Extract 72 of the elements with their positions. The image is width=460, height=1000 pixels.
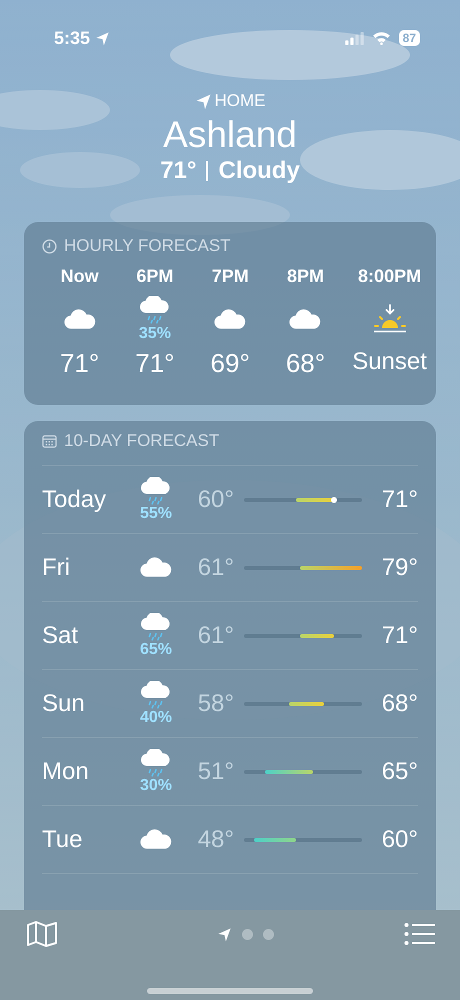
hour-temperature: 71° xyxy=(135,348,175,379)
cloud-icon xyxy=(289,308,322,330)
location-page-icon[interactable] xyxy=(216,926,232,942)
high-temperature: 65° xyxy=(380,758,418,786)
calendar-icon xyxy=(42,434,57,448)
map-icon xyxy=(26,920,58,948)
rain-cloud-icon xyxy=(140,680,172,710)
cloud-icon xyxy=(140,829,172,850)
section-title: 10-DAY FORECAST xyxy=(64,431,220,451)
day-label: Today xyxy=(42,486,108,514)
cloud-icon xyxy=(140,557,172,578)
location-label: HOME xyxy=(214,91,266,111)
map-button[interactable] xyxy=(26,920,58,948)
temperature-range-bar xyxy=(289,702,324,706)
low-temperature: 61° xyxy=(196,554,234,582)
clock-time: 5:35 xyxy=(54,28,90,48)
section-title: HOURLY FORECAST xyxy=(64,236,231,256)
high-temperature: 71° xyxy=(380,486,418,514)
separator-line xyxy=(206,161,208,181)
temperature-range-bar xyxy=(300,566,362,570)
temperature-range-bar xyxy=(254,838,296,842)
rain-cloud-icon xyxy=(140,748,172,778)
day-label: Sat xyxy=(42,622,80,650)
low-temperature: 48° xyxy=(196,826,234,854)
high-temperature: 71° xyxy=(380,622,418,650)
precipitation-chance: 40% xyxy=(140,709,172,726)
precipitation-chance: 55% xyxy=(140,505,172,522)
high-temperature: 60° xyxy=(380,826,418,854)
clock-icon xyxy=(42,238,57,254)
page-dot[interactable] xyxy=(242,928,252,940)
precipitation-chance: 65% xyxy=(140,641,172,658)
current-temperature: 71° xyxy=(160,157,196,185)
page-dot[interactable] xyxy=(262,928,274,940)
low-temperature: 60° xyxy=(196,486,234,514)
cloud-icon xyxy=(64,308,96,330)
list-icon xyxy=(404,922,436,946)
location-arrow-icon xyxy=(194,92,212,110)
rain-cloud-icon xyxy=(140,476,172,506)
hour-temperature: 68° xyxy=(286,348,326,379)
signal-icon xyxy=(344,32,364,44)
hour-label: 7PM xyxy=(212,266,249,288)
hour-label: 6PM xyxy=(136,266,174,288)
condition-text: Cloudy xyxy=(218,157,300,185)
high-temperature: 79° xyxy=(380,554,418,582)
location-arrow-icon xyxy=(95,30,110,46)
sunset-icon xyxy=(372,304,408,334)
hour-temperature: 71° xyxy=(60,348,100,379)
battery-indicator: 87 xyxy=(398,30,420,46)
hour-label: 8:00PM xyxy=(358,266,422,288)
wifi-icon xyxy=(372,31,391,45)
cloud-icon xyxy=(214,308,246,330)
rain-cloud-icon xyxy=(140,612,172,642)
list-button[interactable] xyxy=(404,922,436,946)
hour-temperature: 69° xyxy=(210,348,250,379)
city-name: Ashland xyxy=(163,113,297,157)
temperature-range-bar xyxy=(264,770,314,774)
low-temperature: 61° xyxy=(196,622,234,650)
day-label: Fri xyxy=(42,554,71,582)
precipitation-chance: 30% xyxy=(140,777,172,794)
temperature-range-bar xyxy=(300,634,334,638)
event-label: Sunset xyxy=(352,348,427,376)
day-label: Tue xyxy=(42,826,84,854)
day-label: Sun xyxy=(42,690,86,718)
hour-label: 8PM xyxy=(286,266,324,288)
high-temperature: 68° xyxy=(380,690,418,718)
precipitation-chance: 35% xyxy=(138,324,171,342)
temperature-range-bar xyxy=(296,498,334,502)
low-temperature: 58° xyxy=(196,690,234,718)
low-temperature: 51° xyxy=(196,758,234,786)
day-label: Mon xyxy=(42,758,90,786)
hour-label: Now xyxy=(60,266,99,288)
rain-cloud-icon xyxy=(138,296,171,325)
